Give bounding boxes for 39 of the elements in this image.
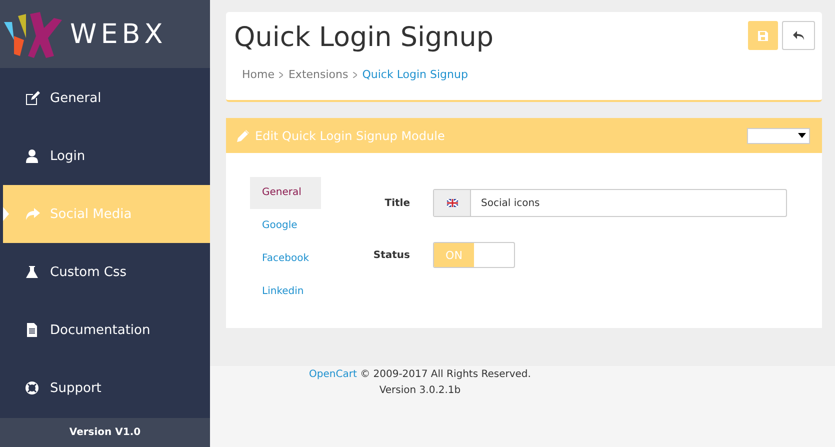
- copyright-text: OpenCart © 2009-2017 All Rights Reserved.: [308, 368, 532, 382]
- back-icon: [792, 30, 804, 40]
- breadcrumb-link[interactable]: Quick Login Signup: [362, 68, 468, 81]
- version-label: Version V1.0: [0, 418, 210, 447]
- breadcrumb-link[interactable]: Home: [242, 68, 274, 81]
- tab[interactable]: Facebook: [250, 243, 321, 275]
- sidebar-item[interactable]: Support: [3, 359, 210, 417]
- flag-icon: [446, 199, 458, 207]
- field-label: Title: [384, 198, 411, 208]
- chevron-icon: [279, 72, 284, 78]
- share-icon: [25, 207, 40, 221]
- chevron-icon: [353, 72, 358, 78]
- caret-icon: [798, 133, 806, 138]
- title-field[interactable]: Social icons: [433, 189, 787, 217]
- sidebar-item[interactable]: Login: [3, 127, 210, 185]
- version-text: Version 3.0.2.1b: [378, 384, 462, 398]
- panel-title: Edit Quick Login Signup Module: [255, 128, 446, 142]
- user-icon: [25, 149, 40, 163]
- sidebar-item[interactable]: General: [3, 69, 210, 127]
- edit-icon: [25, 91, 40, 105]
- sidebar-item[interactable]: Custom Css: [3, 243, 210, 301]
- field-label: Status: [372, 250, 411, 260]
- save-icon: [758, 30, 768, 40]
- pencil-icon: [237, 130, 249, 142]
- logo-text: WEBX: [70, 18, 167, 50]
- sidebar-item[interactable]: Documentation: [3, 301, 210, 359]
- tab[interactable]: General: [250, 177, 321, 209]
- opencart-link[interactable]: OpenCart: [309, 369, 357, 380]
- document-icon: [25, 323, 40, 337]
- language-select[interactable]: [747, 128, 810, 144]
- tab[interactable]: Linkedin: [250, 276, 321, 308]
- page-title: Quick Login Signup: [234, 21, 494, 55]
- lifebuoy-icon: [25, 381, 40, 395]
- pointer-icon: [3, 207, 9, 221]
- logo-icon: [4, 10, 62, 58]
- breadcrumb-link[interactable]: Extensions: [288, 68, 348, 81]
- tab[interactable]: Google: [250, 210, 321, 242]
- flask-icon: [25, 265, 40, 279]
- back-button[interactable]: [782, 21, 815, 50]
